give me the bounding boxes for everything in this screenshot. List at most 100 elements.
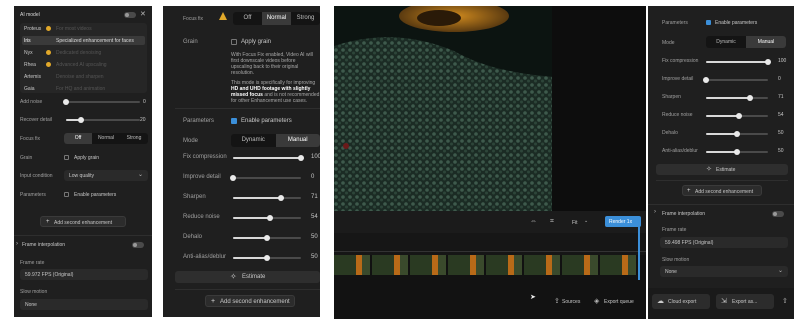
parameter-slider[interactable] <box>706 148 768 155</box>
fit-label[interactable]: Fit <box>572 220 578 226</box>
frame-interpolation-toggle[interactable] <box>132 242 144 248</box>
playhead[interactable] <box>638 220 640 280</box>
focus-fix-segmented[interactable]: Off Normal Strong <box>64 133 148 144</box>
mode-dynamic[interactable]: Dynamic <box>706 36 746 48</box>
slider-knob[interactable] <box>734 148 740 155</box>
recover-detail-label: Recover detail <box>20 117 52 123</box>
sources-button[interactable]: Sources <box>562 299 580 305</box>
enable-parameters-checkbox[interactable] <box>231 118 237 124</box>
compare-icon[interactable]: ⇔ <box>530 218 537 225</box>
slider-fill <box>706 114 740 117</box>
slider-knob[interactable] <box>264 235 270 241</box>
cloud-export-button[interactable]: ☁ Cloud export <box>652 294 710 309</box>
parameter-slider[interactable] <box>706 130 768 137</box>
preview-image <box>334 6 646 211</box>
slider-value: 54 <box>311 214 318 220</box>
estimate-button[interactable]: ✧ Estimate <box>656 164 788 175</box>
layers-icon[interactable]: ◈ <box>594 298 599 305</box>
enable-parameters-checkbox[interactable] <box>706 20 711 25</box>
enable-parameters-checkbox[interactable] <box>64 192 69 197</box>
slider-knob[interactable] <box>747 94 754 101</box>
parameter-slider[interactable] <box>703 76 768 83</box>
add-noise-label: Add noise <box>20 99 43 105</box>
frame-interpolation-toggle[interactable] <box>772 211 784 217</box>
export-queue-button[interactable]: Export queue <box>604 299 634 305</box>
add-second-enhancement-button[interactable]: + Add second enhancement <box>40 216 126 227</box>
model-desc: Specialized enhancement for faces <box>56 38 134 44</box>
slider-knob[interactable] <box>765 58 771 65</box>
chevron-right-icon[interactable]: › <box>654 209 656 216</box>
slider-label: Reduce noise <box>183 214 220 220</box>
render-button[interactable]: Render 1x <box>605 216 641 227</box>
upload-icon[interactable]: ⇪ <box>554 298 560 305</box>
focus-fix-segmented[interactable]: Off Normal Strong <box>233 12 320 25</box>
chevron-down-icon: ⌄ <box>138 172 144 178</box>
mode-manual[interactable]: Manual <box>746 36 786 48</box>
focus-fix-normal[interactable]: Normal <box>262 12 291 25</box>
ai-model-toggle[interactable] <box>124 12 136 18</box>
slider-knob[interactable] <box>703 76 709 83</box>
focus-fix-off[interactable]: Off <box>233 12 262 25</box>
input-condition-dropdown[interactable]: Low quality ⌄ <box>64 170 148 181</box>
add-second-label: Add second enhancement <box>54 220 113 226</box>
slow-motion-dropdown[interactable]: None <box>20 299 148 310</box>
frame-rate-dropdown[interactable]: 59.972 FPS (Original) <box>20 269 148 280</box>
model-name[interactable]: Rhea <box>24 62 36 68</box>
focus-fix-normal[interactable]: Normal <box>92 133 120 144</box>
parameter-slider[interactable] <box>233 215 301 221</box>
slider-knob[interactable] <box>298 155 304 161</box>
add-second-enhancement-button[interactable]: + Add second enhancement <box>205 295 295 307</box>
recover-detail-slider[interactable] <box>66 117 140 123</box>
crop-icon[interactable]: ⌗ <box>550 218 554 225</box>
slider-value: 100 <box>311 154 320 160</box>
slider-knob[interactable] <box>230 175 236 181</box>
model-desc: Dedicated denoising <box>56 50 102 56</box>
parameter-slider[interactable] <box>233 195 301 201</box>
slider-knob[interactable] <box>266 215 273 221</box>
focus-fix-off[interactable]: Off <box>64 133 92 144</box>
model-name[interactable]: Iris <box>24 38 31 44</box>
plus-icon: + <box>687 188 691 194</box>
export-as-button[interactable]: ⇲ Export as... <box>716 294 774 309</box>
model-name[interactable]: Gaia <box>24 86 35 92</box>
model-name[interactable]: Artemis <box>24 74 41 80</box>
slider-knob[interactable] <box>736 112 743 119</box>
mode-segmented[interactable]: Dynamic Manual <box>706 36 786 48</box>
parameter-slider[interactable] <box>706 94 768 101</box>
apply-grain-checkbox[interactable] <box>64 155 69 160</box>
add-second-enhancement-button[interactable]: + Add second enhancement <box>682 185 762 196</box>
model-name[interactable]: Proteus <box>24 26 41 32</box>
frame-rate-dropdown[interactable]: 59.498 FPS (Original) <box>660 237 788 248</box>
share-icon[interactable]: ⇧ <box>782 298 788 305</box>
slider-label: Fix compression <box>662 58 699 64</box>
mode-dynamic[interactable]: Dynamic <box>231 134 276 147</box>
mode-manual[interactable]: Manual <box>275 134 320 147</box>
slider-knob[interactable] <box>264 255 270 261</box>
parameter-slider[interactable] <box>233 235 301 241</box>
parameter-slider[interactable] <box>230 175 301 181</box>
add-noise-slider[interactable] <box>63 99 140 105</box>
mode-segmented[interactable]: Dynamic Manual <box>231 134 320 147</box>
estimate-button[interactable]: ✧ Estimate <box>175 271 320 283</box>
slow-motion-dropdown[interactable]: None ⌄ <box>660 266 788 277</box>
parameter-slider[interactable] <box>233 255 301 261</box>
close-icon[interactable]: ✕ <box>140 11 146 18</box>
apply-grain-checkbox[interactable] <box>231 39 237 45</box>
input-condition-value: Low quality <box>69 173 95 179</box>
slider-knob[interactable] <box>734 130 740 137</box>
timeline-track[interactable] <box>334 233 646 255</box>
mode-label: Mode <box>662 40 675 46</box>
apply-grain-label: Apply grain <box>74 155 100 161</box>
filmstrip[interactable] <box>334 255 638 275</box>
slider-knob[interactable] <box>278 195 285 201</box>
slider-fill <box>706 132 737 135</box>
focus-fix-strong[interactable]: Strong <box>291 12 320 25</box>
chevron-right-icon[interactable]: › <box>16 241 18 248</box>
parameter-slider[interactable] <box>706 58 771 65</box>
slow-motion-label: Slow motion <box>662 257 690 263</box>
parameter-slider[interactable] <box>233 155 304 161</box>
model-desc: For HQ and animation <box>56 86 106 92</box>
parameter-slider[interactable] <box>706 112 768 119</box>
focus-fix-strong[interactable]: Strong <box>120 133 148 144</box>
model-name[interactable]: Nyx <box>24 50 33 56</box>
